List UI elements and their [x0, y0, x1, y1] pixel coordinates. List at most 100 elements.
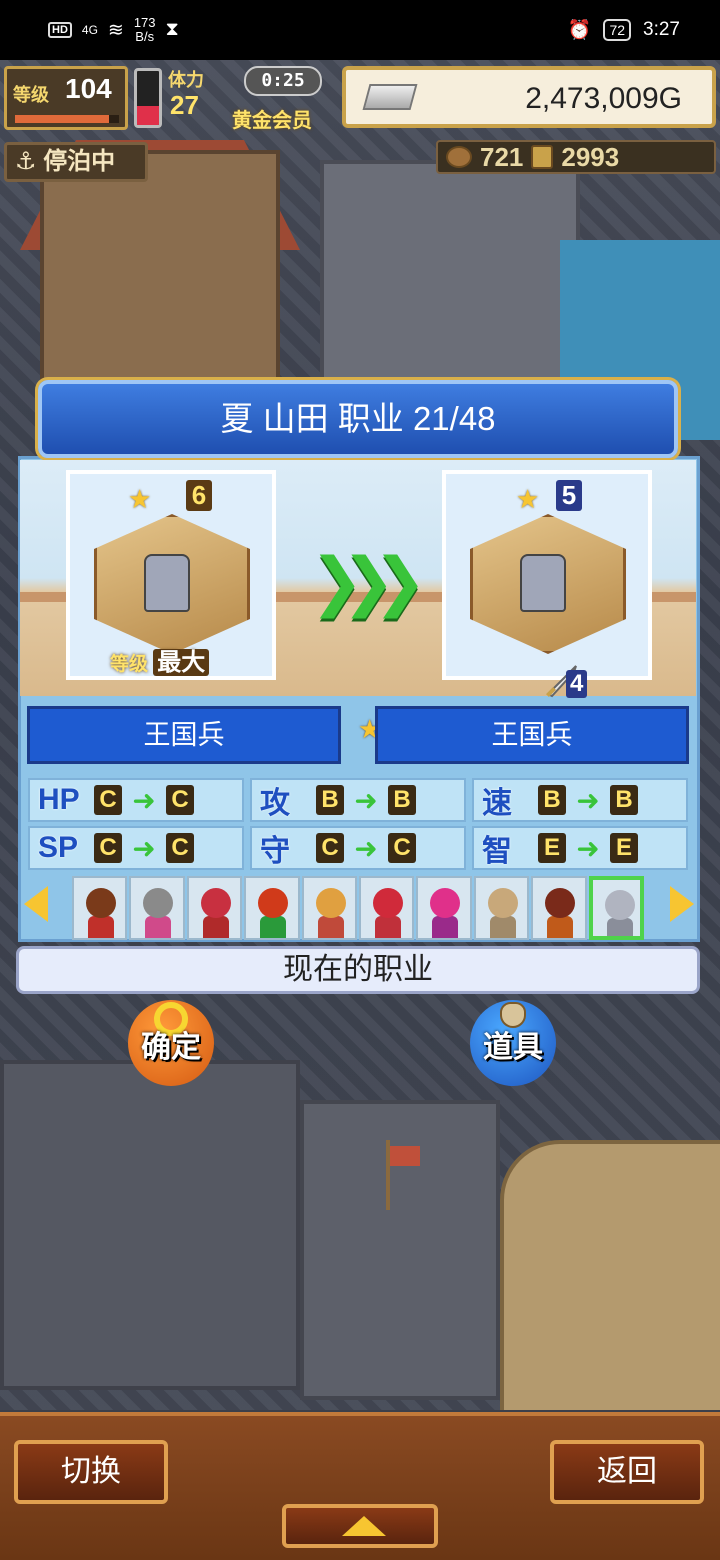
- level-label: 等级: [13, 85, 49, 105]
- character-body-icon: [260, 916, 287, 938]
- job-slot[interactable]: [244, 876, 300, 940]
- stat-from: C: [94, 833, 122, 863]
- current-job-tile: ★ 6 等级 最大: [66, 470, 276, 680]
- character-body-icon: [374, 916, 401, 938]
- hd-tag: HD: [48, 22, 72, 38]
- job-slot[interactable]: [358, 876, 415, 940]
- resource-2-value: 2993: [561, 141, 620, 172]
- prev-arrow-icon[interactable]: [24, 886, 48, 922]
- character-body-icon: [317, 916, 344, 938]
- stone-wall: [0, 1060, 300, 1390]
- bottom-bar: 切换 返回: [0, 1412, 720, 1560]
- stat-from: B: [316, 785, 344, 815]
- dock-status-label: 停泊中: [43, 148, 116, 175]
- job-slot[interactable]: [531, 876, 587, 940]
- shop-building: [40, 150, 280, 410]
- stat-hp: HP C ➜ C: [28, 778, 244, 822]
- stat-speed: 速 B ➜ B: [472, 778, 688, 822]
- stat-to: C: [166, 785, 194, 815]
- alarm-icon: ⏰: [567, 20, 592, 41]
- knight-icon: [520, 554, 566, 612]
- confirm-label: 确定: [141, 1031, 201, 1064]
- stat-to: C: [388, 833, 416, 863]
- current-grade: 6: [186, 480, 212, 511]
- current-level-value: 最大: [153, 649, 210, 676]
- job-slot[interactable]: [129, 876, 185, 940]
- gold-ingot-icon: [362, 84, 418, 110]
- next-job-tile: ★ 5 4: [442, 470, 652, 698]
- job-slot[interactable]: [588, 876, 644, 940]
- stat-name: 速: [482, 787, 512, 820]
- stamina-timer: 0:25: [244, 66, 322, 96]
- stat-to: B: [388, 785, 416, 815]
- stat-sp: SP C ➜ C: [28, 826, 244, 870]
- battery-icon: 72: [603, 19, 632, 41]
- resources-panel: 721 2993: [436, 140, 716, 174]
- job-slot[interactable]: [186, 876, 243, 940]
- stat-name: 攻: [260, 787, 290, 820]
- stat-from: B: [538, 785, 566, 815]
- ship-deck: [500, 1140, 720, 1410]
- confirm-button[interactable]: 确定: [128, 1000, 214, 1086]
- stat-to: E: [610, 833, 638, 863]
- character-head-icon: [604, 890, 635, 920]
- stat-intelligence: 智 E ➜ E: [472, 826, 688, 870]
- next-arrow-icon[interactable]: [670, 886, 694, 922]
- net-speed: 173 B/s: [134, 16, 156, 44]
- triple-arrow-icon: ❯❯❯: [310, 545, 427, 617]
- character-body-icon: [606, 918, 633, 936]
- expand-menu-button[interactable]: [282, 1504, 438, 1548]
- current-job-button[interactable]: 现在的职业: [16, 946, 700, 994]
- job-slot[interactable]: [301, 876, 357, 940]
- items-button[interactable]: 道具: [470, 1000, 556, 1086]
- back-button[interactable]: 返回: [550, 1440, 704, 1504]
- character-head-icon: [143, 888, 174, 918]
- character-head-icon: [86, 888, 116, 918]
- job-slot[interactable]: [416, 876, 472, 940]
- stamina-value: 27: [170, 90, 199, 120]
- knight-icon: [144, 554, 190, 612]
- character-body-icon: [145, 916, 172, 938]
- resource-1-value: 721: [480, 141, 524, 172]
- stat-to: C: [166, 833, 194, 863]
- medal-icon: [531, 145, 554, 169]
- next-grade: 5: [556, 480, 582, 511]
- switch-button[interactable]: 切换: [14, 1440, 168, 1504]
- stamina-label: 体力: [168, 70, 204, 90]
- stat-name: 守: [260, 835, 290, 868]
- current-job-name: 王国兵: [27, 706, 341, 764]
- level-panel: 等级 104: [4, 66, 128, 130]
- character-head-icon: [487, 888, 518, 918]
- job-slot[interactable]: [72, 876, 128, 940]
- clock: 3:27: [643, 19, 680, 40]
- stat-from: E: [538, 833, 566, 863]
- stat-from: C: [316, 833, 344, 863]
- equip-count: 4: [566, 670, 588, 698]
- net-speed-unit: B/s: [135, 29, 155, 44]
- wifi-icon: ≋: [107, 19, 124, 41]
- current-level-label: 等级: [110, 654, 149, 675]
- character-body-icon: [432, 916, 459, 938]
- coin-icon: [446, 146, 472, 168]
- arrow-right-icon: ➜: [576, 784, 600, 816]
- arrow-right-icon: ➜: [132, 784, 156, 816]
- items-label: 道具: [483, 1031, 543, 1064]
- stamina-gauge: [134, 68, 162, 128]
- job-slot[interactable]: [473, 876, 530, 940]
- top-hud: 等级 104 体力 27 0:25 黄金会员 2,473,009G: [0, 62, 720, 138]
- character-head-icon: [258, 888, 289, 918]
- membership-badge[interactable]: 黄金会员: [232, 104, 312, 133]
- character-body-icon: [547, 916, 574, 938]
- net-speed-value: 173: [133, 15, 156, 30]
- arrow-right-icon: ➜: [354, 832, 378, 864]
- chevron-up-icon: [342, 1516, 386, 1536]
- arrow-right-icon: ➜: [354, 784, 378, 816]
- character-head-icon: [430, 888, 461, 918]
- character-head-icon: [315, 888, 346, 918]
- stat-grid: HP C ➜ C 攻 B ➜ B 速 B ➜ B SP C ➜ C 守 C ➜ …: [28, 778, 688, 872]
- star-icon: ★: [516, 484, 540, 514]
- signal-icon: 4G: [81, 23, 98, 37]
- job-preview: ★ 6 等级 最大 ❯❯❯ ★ 5 4: [20, 460, 696, 698]
- star-icon: ★: [128, 484, 152, 514]
- dock-status[interactable]: ⚓ 停泊中: [4, 142, 148, 182]
